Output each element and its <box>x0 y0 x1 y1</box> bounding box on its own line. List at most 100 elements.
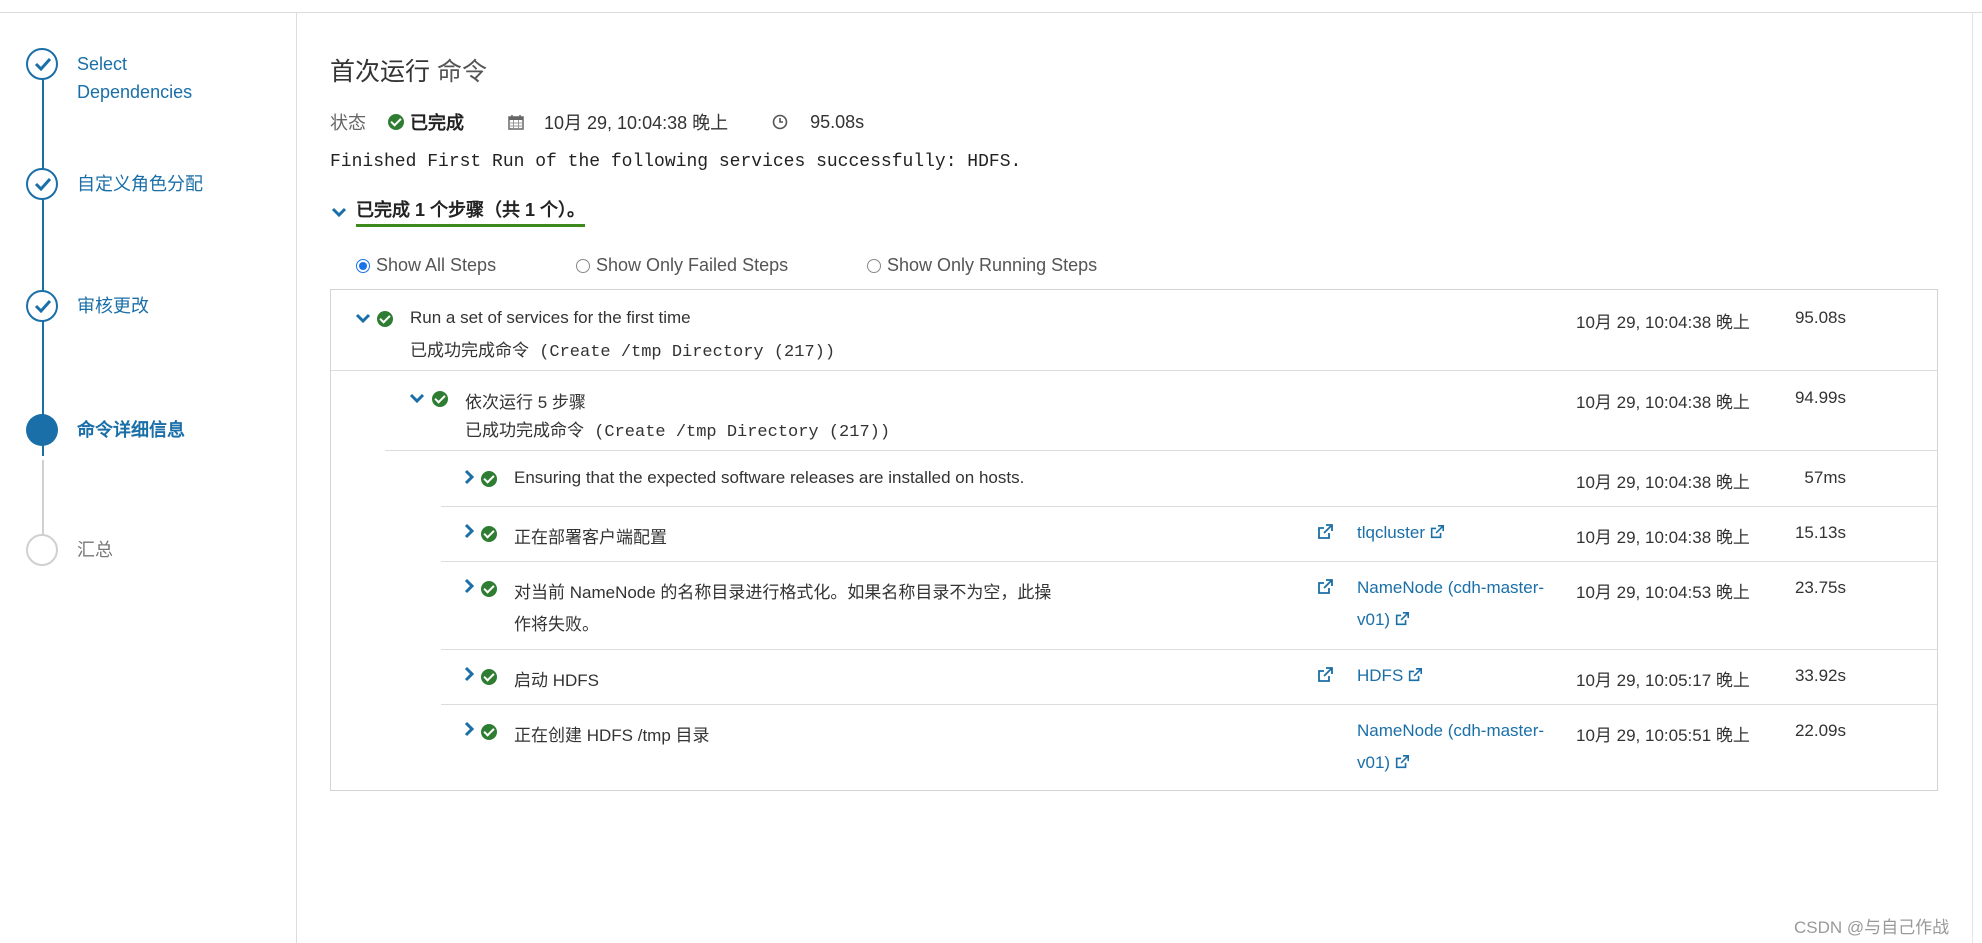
external-link-icon[interactable] <box>1316 578 1334 596</box>
success-icon <box>481 581 497 597</box>
step-time: 10月 29, 10:04:38 晚上 <box>1576 473 1750 492</box>
chevron-down-icon[interactable] <box>409 390 425 406</box>
chevron-right-icon[interactable] <box>461 578 477 594</box>
link-text: HDFS <box>1357 666 1404 685</box>
filter-all-steps[interactable]: Show All Steps <box>356 255 496 276</box>
step-title: 依次运行 5 步骤 <box>465 393 586 412</box>
external-link-icon <box>1409 667 1423 682</box>
row-divider <box>441 649 1937 650</box>
namenode-link-continued[interactable]: v01) <box>1357 746 1410 779</box>
step-subtitle: 已成功完成命令 (Create /tmp Directory (217)) <box>410 343 836 362</box>
calendar-icon <box>508 114 524 130</box>
page-title-suffix: 命令 <box>436 58 487 86</box>
pending-step-circle <box>26 534 58 566</box>
filter-label: Show Only Running Steps <box>887 255 1098 275</box>
active-step-dot <box>26 414 58 446</box>
link-text: NameNode (cdh-master- <box>1357 578 1545 597</box>
step-title-continued: 作将失败。 <box>514 615 599 634</box>
status-duration: 95.08s <box>810 111 865 132</box>
step-subtitle: 已成功完成命令 (Create /tmp Directory (217)) <box>465 423 891 442</box>
step-duration: 57ms <box>1804 468 1846 487</box>
status-label: 状态 <box>330 113 366 133</box>
wizard-step-label: 自定义角色分配 <box>77 174 203 194</box>
external-link-icon[interactable] <box>1316 666 1334 684</box>
link-text: v01) <box>1357 753 1391 772</box>
step-time: 10月 29, 10:05:51 晚上 <box>1576 726 1750 745</box>
step-title: Run a set of services for the first time <box>410 308 691 327</box>
step-duration: 15.13s <box>1794 523 1846 542</box>
chevron-right-icon[interactable] <box>461 523 477 539</box>
chevron-down-icon[interactable] <box>355 310 371 326</box>
row-divider <box>385 450 1937 451</box>
check-icon <box>26 48 58 80</box>
filter-label: Show Only Failed Steps <box>596 255 789 275</box>
check-icon <box>26 168 58 200</box>
wizard-progress-line <box>42 76 44 456</box>
top-border <box>0 12 1982 13</box>
status-value: 已完成 <box>410 113 464 133</box>
external-link-icon <box>1395 754 1410 769</box>
step-time: 10月 29, 10:04:38 晚上 <box>1576 528 1750 547</box>
steps-summary-toggle[interactable]: 已完成 1 个步骤（共 1 个）。 <box>330 196 586 227</box>
result-message: Finished First Run of the following serv… <box>330 152 1022 172</box>
filter-running-steps[interactable]: Show Only Running Steps <box>867 255 1097 276</box>
step-title: Ensuring that the expected software rele… <box>514 468 1025 487</box>
success-icon <box>481 471 497 487</box>
row-divider <box>331 370 1937 371</box>
status-row: 状态 已完成 10月 29, 10:04:38 晚上 95.08s <box>330 109 864 135</box>
namenode-link[interactable]: NameNode (cdh-master- <box>1357 714 1544 747</box>
success-icon <box>481 669 497 685</box>
step-duration: 95.08s <box>1794 308 1846 327</box>
page-title-main: 首次运行 <box>330 58 431 86</box>
chevron-down-icon <box>330 203 348 221</box>
row-divider <box>441 561 1937 562</box>
step-duration: 22.09s <box>1794 721 1846 740</box>
step-title: 启动 HDFS <box>514 671 599 690</box>
success-icon <box>432 391 448 407</box>
filter-failed-steps[interactable]: Show Only Failed Steps <box>576 255 788 276</box>
steps-summary-text: 已完成 1 个步骤（共 1 个）。 <box>356 196 586 227</box>
step-time: 10月 29, 10:04:53 晚上 <box>1576 583 1750 602</box>
step-time: 10月 29, 10:05:17 晚上 <box>1576 671 1750 690</box>
step-time: 10月 29, 10:04:38 晚上 <box>1576 393 1750 412</box>
external-link-icon <box>1395 611 1410 626</box>
success-icon <box>388 114 404 130</box>
check-icon <box>26 290 58 322</box>
clock-icon <box>772 114 788 130</box>
wizard-step-label: Select Dependencies <box>77 54 193 102</box>
step-time: 10月 29, 10:04:38 晚上 <box>1576 313 1750 332</box>
wizard-step-label: 审核更改 <box>77 296 149 316</box>
status-date: 10月 29, 10:04:38 晚上 <box>544 113 729 133</box>
step-duration: 23.75s <box>1794 578 1846 597</box>
radio-unchecked[interactable] <box>576 258 590 273</box>
chevron-right-icon[interactable] <box>461 721 477 737</box>
chevron-right-icon[interactable] <box>461 666 477 682</box>
namenode-link-continued[interactable]: v01) <box>1357 603 1410 636</box>
step-title: 对当前 NameNode 的名称目录进行格式化。如果名称目录不为空，此操 <box>514 583 1052 602</box>
row-divider <box>441 506 1937 507</box>
external-link-icon <box>1430 524 1445 539</box>
radio-checked[interactable] <box>356 258 370 273</box>
step-duration: 94.99s <box>1794 388 1846 407</box>
row-divider <box>441 704 1937 705</box>
external-link-icon[interactable] <box>1316 523 1334 541</box>
watermark: CSDN @与自己作战 <box>1794 918 1950 937</box>
radio-unchecked[interactable] <box>867 258 881 273</box>
link-text: NameNode (cdh-master- <box>1357 721 1545 740</box>
success-icon <box>377 311 393 327</box>
right-border <box>1972 12 1973 943</box>
step-duration: 33.92s <box>1794 666 1846 685</box>
wizard-sidebar: Select Dependencies 自定义角色分配 审核更改 命令详细信息 … <box>0 12 296 943</box>
wizard-step-label: 命令详细信息 <box>77 420 185 440</box>
filter-label: Show All Steps <box>376 255 497 275</box>
success-icon <box>481 526 497 542</box>
step-title: 正在部署客户端配置 <box>514 528 667 547</box>
chevron-right-icon[interactable] <box>461 469 477 485</box>
steps-table: Run a set of services for the first time… <box>330 289 1938 791</box>
hdfs-link[interactable]: HDFS <box>1357 659 1423 692</box>
sidebar-divider <box>296 12 297 943</box>
link-text: tlqcluster <box>1357 523 1426 542</box>
cluster-link[interactable]: tlqcluster <box>1357 516 1445 549</box>
namenode-link[interactable]: NameNode (cdh-master- <box>1357 571 1544 604</box>
step-title: 正在创建 HDFS /tmp 目录 <box>514 726 710 745</box>
